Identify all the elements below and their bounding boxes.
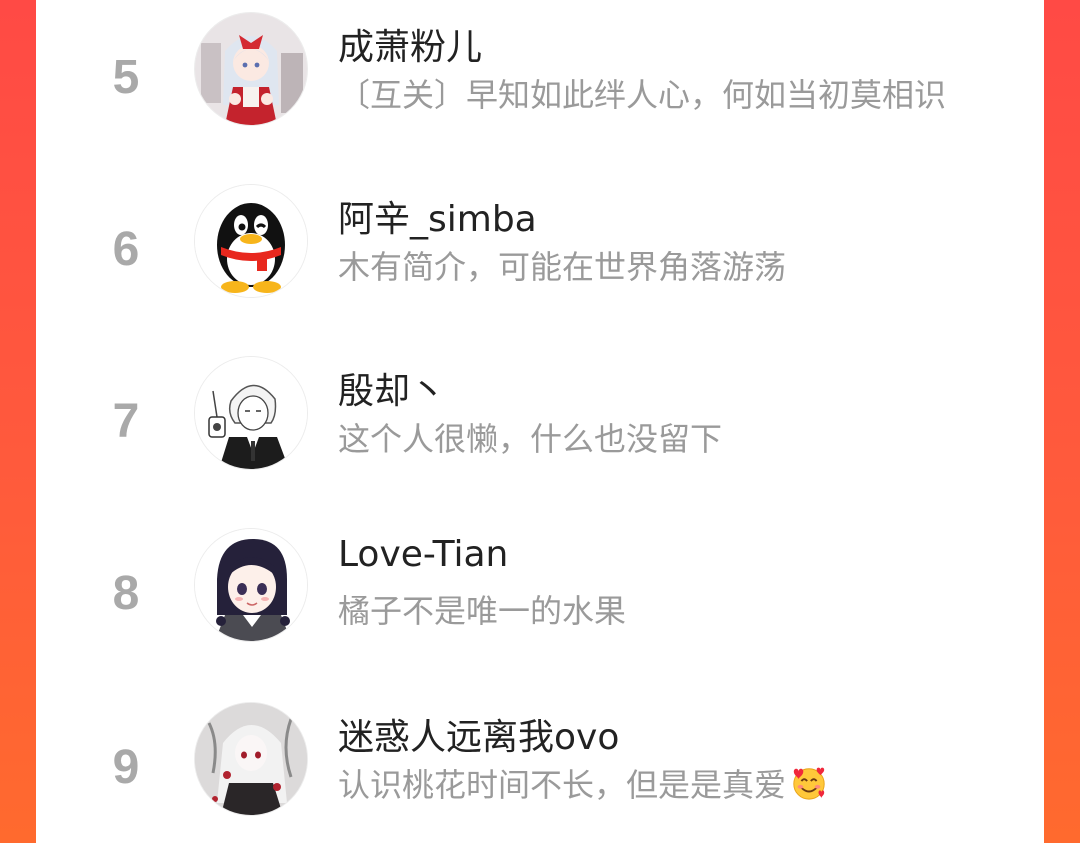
list-item[interactable]: 8 Love-Tian 橘子不是唯一的水果: [36, 516, 1044, 666]
list-item[interactable]: 7 殷却丶 这个人很懒，什么也没留下: [36, 344, 1044, 494]
anime-girl-braids-avatar: [195, 529, 307, 641]
gothic-white-hair-avatar: [195, 703, 307, 815]
anime-girl-red-bow-avatar: [195, 13, 307, 125]
qq-penguin-avatar: [195, 185, 307, 297]
avatar[interactable]: [194, 356, 308, 470]
avatar[interactable]: [194, 702, 308, 816]
smiling-face-with-hearts-emoji: [793, 767, 825, 800]
user-bio-text: 认识桃花时间不长，但是是真爱: [338, 766, 787, 804]
user-name[interactable]: 殷却丶: [338, 362, 446, 414]
user-bio: 木有简介，可能在世界角落游荡: [338, 248, 787, 286]
avatar[interactable]: [194, 12, 308, 126]
list-item[interactable]: 9 迷惑人远离我ovo 认识桃花时间不长，但是是真爱: [36, 690, 1044, 840]
user-bio: 认识桃花时间不长，但是是真爱: [338, 760, 828, 806]
ranking-list-card: 5 成萧粉儿 〔互关〕早知如此绊人心，何如当初莫相识 6 阿辛_simba 木有…: [36, 0, 1044, 843]
user-bio: 〔互关〕早知如此绊人心，何如当初莫相识: [338, 76, 947, 114]
rank-number: 8: [112, 567, 140, 620]
rank-number: 6: [112, 223, 140, 276]
user-name[interactable]: 迷惑人远离我ovo: [338, 708, 619, 760]
avatar[interactable]: [194, 184, 308, 298]
rank-number: 9: [112, 741, 140, 794]
user-bio: 这个人很懒，什么也没留下: [338, 420, 723, 458]
avatar[interactable]: [194, 528, 308, 642]
list-item[interactable]: 6 阿辛_simba 木有简介，可能在世界角落游荡: [36, 172, 1044, 322]
list-item[interactable]: 5 成萧粉儿 〔互关〕早知如此绊人心，何如当初莫相识: [36, 0, 1044, 150]
sketch-boy-lantern-avatar: [195, 357, 307, 469]
user-name[interactable]: Love-Tian: [338, 534, 508, 575]
user-name[interactable]: 成萧粉儿: [338, 18, 482, 70]
user-bio: 橘子不是唯一的水果: [338, 592, 627, 630]
rank-number: 5: [112, 51, 140, 104]
user-name[interactable]: 阿辛_simba: [338, 190, 537, 242]
rank-number: 7: [112, 395, 140, 448]
